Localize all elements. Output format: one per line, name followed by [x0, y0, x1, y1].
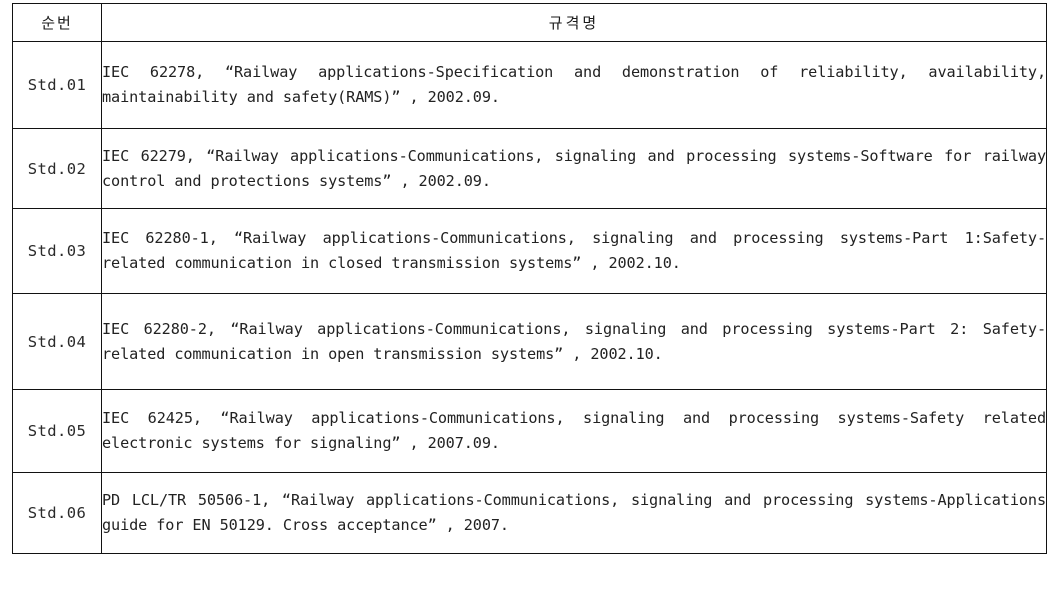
column-header-name: 규격명 [101, 3, 1047, 42]
row-name-cell: IEC 62278, “Railway applications-Specifi… [101, 41, 1047, 129]
standard-title: IEC 62278, “Railway applications-Specifi… [102, 63, 1046, 106]
row-name-cell: IEC 62280-2, “Railway applications-Commu… [101, 293, 1047, 390]
standard-title: IEC 62280-1, “Railway applications-Commu… [102, 229, 1046, 272]
standard-title: IEC 62425, “Railway applications-Communi… [102, 409, 1046, 452]
column-header-number: 순번 [12, 3, 102, 42]
standards-table: 순번 규격명 Std.01 IEC 62278, “Railway applic… [12, 3, 1047, 554]
standard-title: IEC 62280-2, “Railway applications-Commu… [102, 319, 1046, 363]
row-number-cell: Std.06 [12, 472, 102, 554]
row-number-cell: Std.02 [12, 128, 102, 209]
table-row: Std.05 IEC 62425, “Railway applications-… [12, 389, 1047, 473]
table-body: Std.01 IEC 62278, “Railway applications-… [12, 41, 1047, 554]
standard-title: IEC 62279, “Railway applications-Communi… [102, 146, 1046, 190]
standard-title: PD LCL/TR 50506-1, “Railway applications… [102, 491, 1046, 534]
row-name-cell: IEC 62425, “Railway applications-Communi… [101, 389, 1047, 473]
table-header-row: 순번 규격명 [12, 3, 1047, 42]
table-row: Std.03 IEC 62280-1, “Railway application… [12, 208, 1047, 294]
table-row: Std.02 IEC 62279, “Railway applications-… [12, 128, 1047, 209]
row-name-cell: IEC 62279, “Railway applications-Communi… [101, 128, 1047, 209]
table-row: Std.04 IEC 62280-2, “Railway application… [12, 293, 1047, 390]
table-row: Std.06 PD LCL/TR 50506-1, “Railway appli… [12, 472, 1047, 554]
row-number-cell: Std.05 [12, 389, 102, 473]
row-number-cell: Std.03 [12, 208, 102, 294]
row-number-cell: Std.01 [12, 41, 102, 129]
row-name-cell: IEC 62280-1, “Railway applications-Commu… [101, 208, 1047, 294]
document-page: 순번 규격명 Std.01 IEC 62278, “Railway applic… [0, 0, 1056, 598]
table-header: 순번 규격명 [12, 3, 1047, 42]
row-number-cell: Std.04 [12, 293, 102, 390]
table-row: Std.01 IEC 62278, “Railway applications-… [12, 41, 1047, 129]
row-name-cell: PD LCL/TR 50506-1, “Railway applications… [101, 472, 1047, 554]
